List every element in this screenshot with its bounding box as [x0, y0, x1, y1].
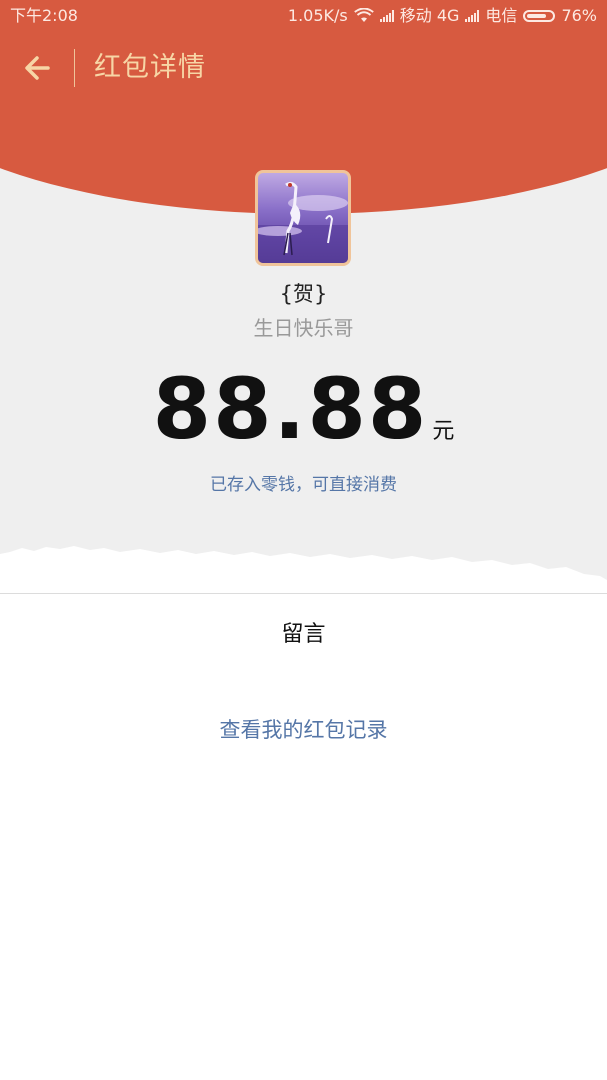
status-indicators: 1.05K/s 移动 4G 电信 76%: [288, 0, 597, 32]
section-divider: [0, 593, 607, 594]
view-records-link[interactable]: 查看我的红包记录: [0, 714, 607, 744]
carrier-mobile: 移动 4G: [399, 6, 460, 25]
status-time: 下午2:08: [10, 6, 78, 25]
amount-row: 88.88 元: [0, 360, 607, 458]
nav-divider: [74, 49, 75, 87]
amount-value: 88.88: [152, 360, 429, 458]
message-label: 留言: [281, 622, 326, 647]
sender-name: {贺}: [279, 282, 328, 306]
wifi-icon: [353, 8, 374, 22]
battery-icon: [523, 10, 556, 22]
status-bar: 下午2:08 1.05K/s 移动 4G 电信 76%: [0, 0, 607, 32]
torn-paper-edge: [0, 546, 607, 594]
carrier-telecom: 电信: [485, 6, 518, 25]
battery-level: 76%: [561, 6, 597, 25]
back-button[interactable]: [20, 52, 54, 84]
greeting-message: 生日快乐哥: [253, 316, 354, 340]
navigation-bar: 红包详情: [0, 40, 607, 96]
amount-unit: 元: [432, 419, 455, 444]
signal-icon: [379, 10, 394, 22]
stored-to-wallet-note[interactable]: 已存入零钱，可直接消费: [0, 470, 607, 495]
arrow-left-icon: [25, 56, 50, 80]
signal-icon: [465, 10, 480, 22]
page-title: 红包详情: [94, 52, 206, 83]
red-packet-detail-page: 下午2:08 1.05K/s 移动 4G 电信 76% 红包详情 {贺} 生日快…: [0, 0, 607, 1080]
crane-avatar-image: [258, 181, 348, 263]
sender-avatar[interactable]: [255, 170, 351, 266]
network-speed: 1.05K/s: [287, 6, 348, 25]
